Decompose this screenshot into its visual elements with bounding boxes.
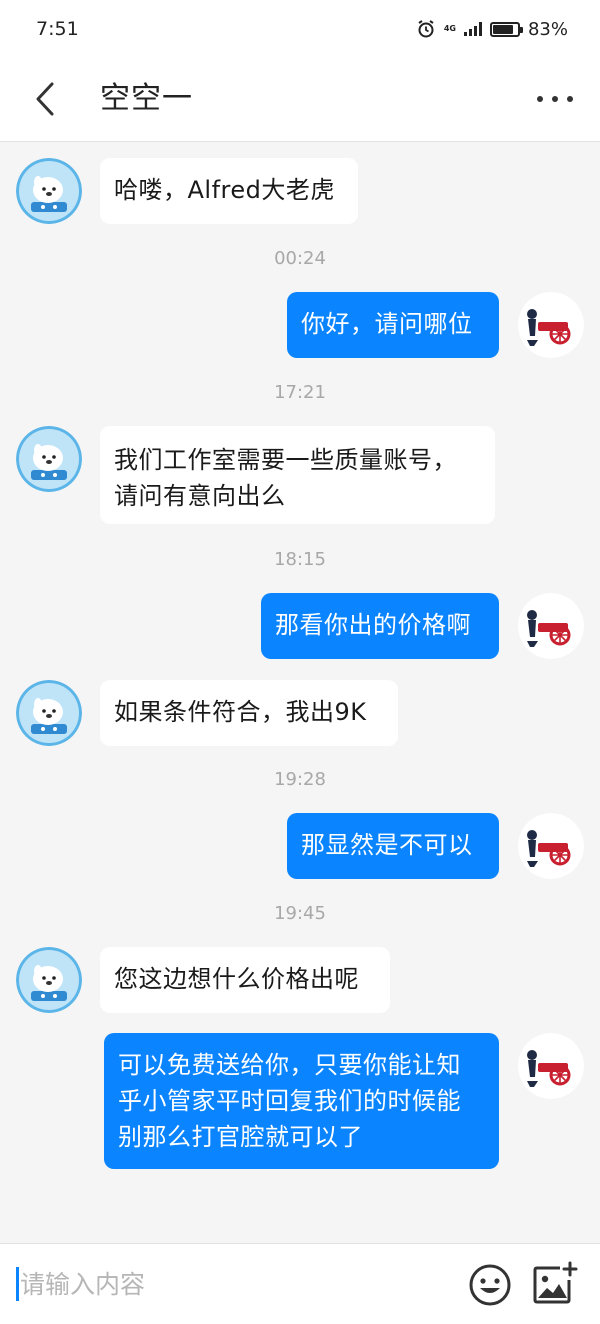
my-avatar[interactable] xyxy=(518,593,584,659)
incoming-message-bubble[interactable]: 如果条件符合，我出9K xyxy=(100,680,398,746)
timestamp: 18:15 xyxy=(274,549,326,570)
outgoing-message-bubble[interactable]: 那看你出的价格啊 xyxy=(261,593,499,659)
outgoing-message-bubble[interactable]: 你好，请问哪位 xyxy=(287,292,499,358)
chat-title: 空空一 xyxy=(100,81,193,116)
contact-avatar[interactable] xyxy=(16,158,82,224)
network-type: 4G xyxy=(443,24,456,33)
status-bar: 7:51 4G 83% xyxy=(0,0,600,58)
my-avatar[interactable] xyxy=(518,292,584,358)
message-input-bar xyxy=(0,1243,600,1324)
incoming-message-bubble[interactable]: 我们工作室需要一些质量账号，请问有意向出么 xyxy=(100,426,495,524)
text-cursor xyxy=(16,1267,19,1301)
incoming-message-bubble[interactable]: 哈喽，Alfred大老虎 xyxy=(100,158,358,224)
battery-percent: 83% xyxy=(527,18,568,40)
signal-icon xyxy=(463,22,482,36)
more-options-button[interactable] xyxy=(532,76,578,122)
contact-avatar[interactable] xyxy=(16,680,82,746)
timestamp: 17:21 xyxy=(274,382,326,403)
outgoing-message-bubble[interactable]: 那显然是不可以 xyxy=(287,813,499,879)
incoming-message-bubble[interactable]: 您这边想什么价格出呢 xyxy=(100,947,390,1013)
chevron-left-icon xyxy=(36,82,54,116)
contact-avatar[interactable] xyxy=(16,426,82,492)
back-button[interactable] xyxy=(22,76,68,122)
add-image-icon xyxy=(533,1261,578,1304)
status-icons: 4G 83% xyxy=(416,19,568,40)
add-image-button[interactable] xyxy=(530,1260,578,1308)
my-avatar[interactable] xyxy=(518,1033,584,1099)
status-time: 7:51 xyxy=(36,18,79,40)
more-horizontal-icon xyxy=(537,96,573,102)
alarm-icon xyxy=(416,19,436,39)
timestamp: 19:28 xyxy=(274,769,326,790)
battery-icon xyxy=(489,21,523,37)
chat-header: 空空一 xyxy=(0,58,600,142)
chat-screen: 7:51 4G 83% 空空一 哈喽，Alfred大老虎 00:24 你好，请问… xyxy=(0,0,600,1324)
emoji-button[interactable] xyxy=(468,1263,512,1307)
timestamp: 19:45 xyxy=(274,903,326,924)
contact-avatar[interactable] xyxy=(16,947,82,1013)
outgoing-message-bubble[interactable]: 可以免费送给你，只要你能让知乎小管家平时回复我们的时候能别那么打官腔就可以了 xyxy=(104,1033,499,1169)
emoji-icon xyxy=(469,1264,511,1306)
my-avatar[interactable] xyxy=(518,813,584,879)
message-input[interactable] xyxy=(20,1264,440,1304)
message-list: 哈喽，Alfred大老虎 00:24 你好，请问哪位 17:21 我们工作室需要… xyxy=(0,142,600,1242)
timestamp: 00:24 xyxy=(274,248,326,269)
